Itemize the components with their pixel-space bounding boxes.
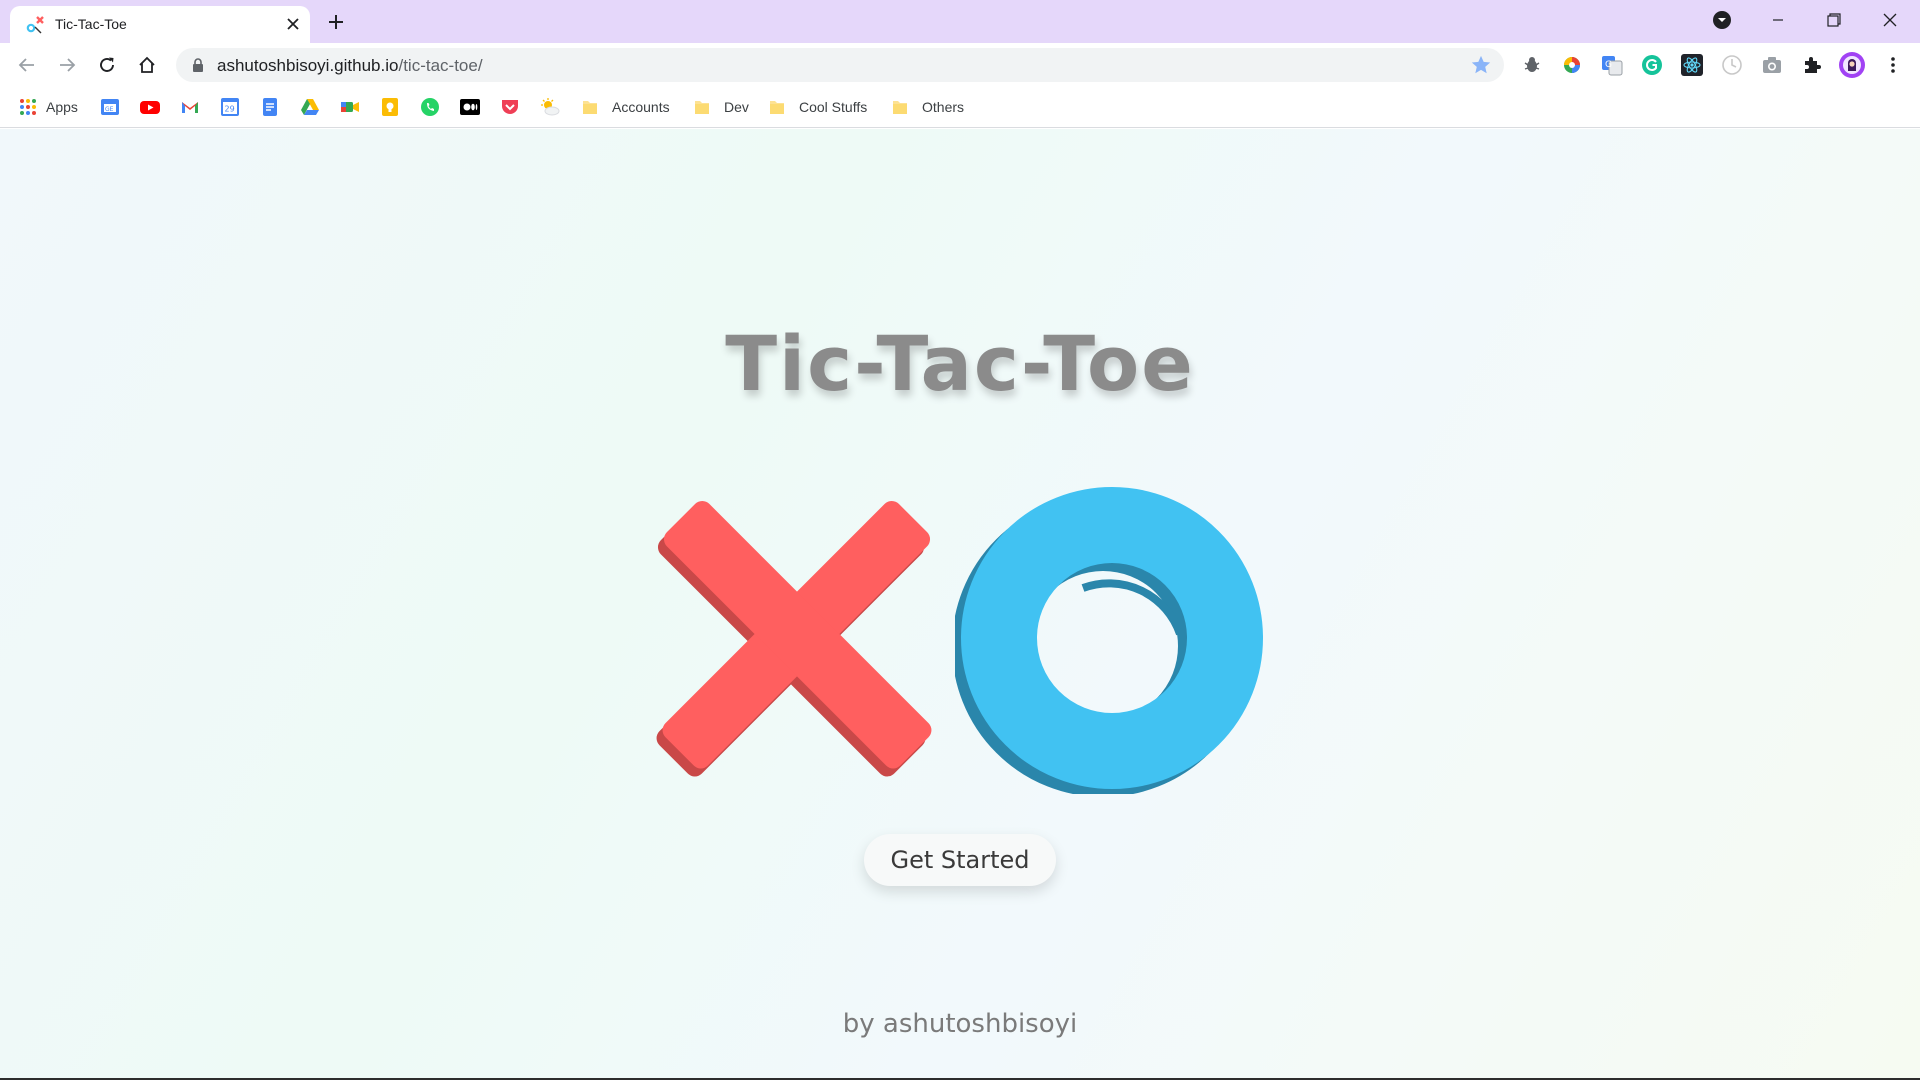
google-search-console-icon: GE: [101, 99, 119, 115]
tab-close-icon[interactable]: [281, 12, 305, 36]
gmail-icon: [182, 102, 198, 113]
extensions-puzzle-icon[interactable]: [1799, 52, 1825, 78]
browser-menu-icon[interactable]: [1880, 52, 1906, 78]
google-keep-icon: [382, 98, 398, 116]
profile-avatar-icon[interactable]: [1839, 52, 1865, 78]
bookmark-medium[interactable]: [460, 96, 480, 118]
get-started-button[interactable]: Get Started: [864, 834, 1056, 886]
folder-icon: [583, 101, 597, 114]
browser-tab[interactable]: Tic-Tac-Toe: [10, 6, 310, 43]
bookmark-star-icon[interactable]: [1470, 54, 1492, 76]
google-drive-icon: [301, 99, 319, 115]
apps-grid-icon: [20, 99, 36, 115]
bookmark-pocket[interactable]: [500, 96, 520, 118]
home-icon[interactable]: [131, 49, 163, 81]
minimize-icon[interactable]: [1750, 0, 1806, 40]
svg-text:GE: GE: [105, 106, 114, 113]
timer-extension-icon[interactable]: [1719, 52, 1745, 78]
restore-icon[interactable]: [1806, 0, 1862, 40]
bookmark-google-drive[interactable]: [300, 96, 320, 118]
weather-sun-cloud-icon: [541, 98, 560, 116]
bookmark-apps[interactable]: Apps: [18, 96, 78, 118]
tic-tac-toe-favicon-icon: [26, 16, 44, 34]
bookmark-folder-cool-stuffs[interactable]: Cool Stuffs: [767, 96, 867, 118]
bookmark-folder-others[interactable]: Others: [890, 96, 964, 118]
folder-icon: [695, 101, 709, 114]
tab-search-icon[interactable]: [1694, 0, 1750, 40]
screenshot-extension-icon[interactable]: [1759, 52, 1785, 78]
folder-label: Accounts: [612, 99, 670, 115]
apps-label: Apps: [46, 99, 78, 115]
react-devtools-extension-icon[interactable]: [1679, 52, 1705, 78]
bookmark-youtube[interactable]: [140, 96, 160, 118]
reload-icon[interactable]: [91, 49, 123, 81]
x-mark-icon: [656, 500, 932, 777]
folder-label: Dev: [724, 99, 749, 115]
bookmark-google-calendar[interactable]: 29: [220, 96, 240, 118]
close-window-icon[interactable]: [1862, 0, 1918, 40]
folder-label: Cool Stuffs: [799, 99, 868, 115]
medium-icon: [460, 99, 480, 115]
google-meet-icon: [341, 102, 359, 112]
url-domain: ashutoshbisoyi.github.io: [217, 56, 399, 75]
lock-icon[interactable]: [190, 57, 206, 73]
color-picker-extension-icon[interactable]: [1559, 52, 1585, 78]
page-content: Tic-Tac-Toe Get Started by ashutoshbisoy…: [0, 129, 1920, 1080]
folder-icon: [893, 101, 907, 114]
bookmarks-bar: Apps GE 29 Accounts Dev Cool Stuffs Othe…: [0, 87, 1920, 128]
translate-extension-icon[interactable]: G: [1599, 52, 1625, 78]
google-docs-icon: [263, 98, 277, 116]
bookmark-google-keep[interactable]: [380, 96, 400, 118]
calendar-icon: 29: [221, 98, 239, 116]
browser-toolbar: ashutoshbisoyi.github.io/tic-tac-toe/ G: [0, 43, 1920, 87]
bug-extension-icon[interactable]: [1519, 52, 1545, 78]
bookmark-folder-accounts[interactable]: Accounts: [580, 96, 670, 118]
forward-icon[interactable]: [51, 49, 83, 81]
bookmark-weather[interactable]: [540, 96, 560, 118]
o-mark-icon: [955, 487, 1263, 794]
folder-label: Others: [922, 99, 965, 115]
url-text: ashutoshbisoyi.github.io/tic-tac-toe/: [217, 56, 483, 76]
back-icon[interactable]: [11, 49, 43, 81]
youtube-icon: [140, 101, 160, 114]
page-title: Tic-Tac-Toe: [725, 319, 1195, 408]
url-path: /tic-tac-toe/: [398, 56, 483, 75]
svg-text:G: G: [1605, 60, 1612, 70]
bookmark-google-search-console[interactable]: GE: [100, 96, 120, 118]
bookmark-google-docs[interactable]: [260, 96, 280, 118]
bookmark-gmail[interactable]: [180, 96, 200, 118]
bookmark-google-meet[interactable]: [340, 96, 360, 118]
bookmark-whatsapp[interactable]: [420, 96, 440, 118]
tab-title: Tic-Tac-Toe: [55, 16, 127, 32]
pocket-icon: [502, 100, 518, 114]
grammarly-extension-icon[interactable]: [1639, 52, 1665, 78]
svg-text:29: 29: [225, 105, 235, 114]
bookmark-folder-dev[interactable]: Dev: [692, 96, 749, 118]
whatsapp-icon: [421, 98, 439, 116]
author-credit: by ashutoshbisoyi: [842, 1009, 1078, 1039]
folder-icon: [770, 101, 784, 114]
tab-strip: Tic-Tac-Toe: [0, 0, 1920, 43]
new-tab-icon[interactable]: [322, 8, 350, 36]
address-bar[interactable]: ashutoshbisoyi.github.io/tic-tac-toe/: [176, 48, 1504, 82]
